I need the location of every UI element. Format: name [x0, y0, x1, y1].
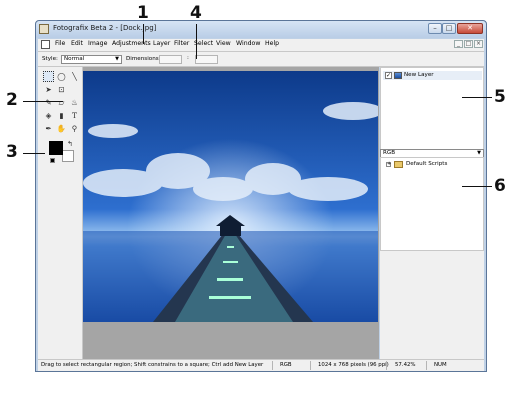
dimensions-label: Dimensions:: [126, 56, 161, 62]
options-bar: Style: Normal ▼ Dimensions: :: [38, 52, 484, 67]
layer-row[interactable]: ✓ New Layer: [383, 71, 482, 80]
foreground-color-swatch[interactable]: [49, 141, 63, 155]
close-button[interactable]: ✕: [457, 23, 483, 34]
menu-bar: File Edit Image Adjustments Layer Filter…: [38, 39, 484, 52]
callout-3-leader: [23, 153, 45, 154]
document-icon[interactable]: [41, 40, 50, 49]
eyedropper-icon[interactable]: ✒: [43, 123, 54, 134]
status-divider: [272, 361, 273, 370]
zoom-icon[interactable]: ⚲: [69, 123, 80, 134]
chevron-down-icon: ▼: [115, 56, 119, 62]
canvas-area[interactable]: [83, 67, 379, 359]
status-divider: [386, 361, 387, 370]
mode-select-value: RGB: [383, 150, 396, 156]
minimize-button[interactable]: –: [428, 23, 442, 34]
menu-window[interactable]: Window: [236, 40, 260, 47]
callout-2: 2: [6, 90, 18, 110]
callout-6: 6: [494, 176, 506, 196]
menu-adjustments[interactable]: Adjustments: [112, 40, 151, 47]
eraser-icon[interactable]: ▱: [56, 97, 67, 108]
menu-file[interactable]: File: [55, 40, 65, 47]
status-divider: [310, 361, 311, 370]
status-divider: [426, 361, 427, 370]
fill-icon[interactable]: ◈: [43, 110, 54, 121]
callout-5: 5: [494, 87, 506, 107]
style-label: Style:: [42, 56, 58, 62]
menu-edit[interactable]: Edit: [71, 40, 83, 47]
width-field[interactable]: [159, 55, 182, 64]
menu-view[interactable]: View: [216, 40, 231, 47]
menu-image[interactable]: Image: [88, 40, 107, 47]
callout-2-leader: [23, 101, 63, 102]
line-icon[interactable]: ╲: [69, 71, 80, 82]
menu-help[interactable]: Help: [265, 40, 279, 47]
background-color-swatch[interactable]: [62, 150, 74, 162]
callout-1-leader: [143, 24, 144, 44]
gradient-icon[interactable]: ▮: [56, 110, 67, 121]
status-numlock: NUM: [434, 362, 447, 368]
brush-icon[interactable]: ♨: [69, 97, 80, 108]
expand-icon[interactable]: +: [386, 162, 391, 167]
text-icon[interactable]: T: [69, 110, 80, 121]
status-hint: Drag to select rectangular region; Shift…: [41, 362, 264, 368]
style-select-value: Normal: [64, 56, 85, 62]
crop-icon[interactable]: ⊡: [56, 84, 67, 95]
menu-filter[interactable]: Filter: [174, 40, 189, 47]
scripts-panel: + Default Scripts: [380, 157, 484, 251]
status-dimensions: 1024 x 768 pixels (96 ppi): [318, 362, 389, 368]
height-field[interactable]: [195, 55, 218, 64]
swap-colors-icon[interactable]: ↰: [67, 140, 73, 148]
right-panel-empty: [380, 251, 484, 359]
folder-icon: [394, 161, 403, 168]
layer-visibility-checkbox[interactable]: ✓: [385, 72, 392, 79]
layer-thumbnail: [394, 72, 402, 79]
callout-4: 4: [190, 3, 202, 23]
callout-6-leader: [462, 186, 492, 187]
layer-name: New Layer: [404, 72, 434, 78]
move-icon[interactable]: ➤: [43, 84, 54, 95]
app-window: Fotografix Beta 2 - [Dock.jpg] – □ ✕ Fil…: [35, 20, 487, 372]
title-bar[interactable]: Fotografix Beta 2 - [Dock.jpg] – □ ✕: [36, 21, 486, 38]
maximize-button[interactable]: □: [442, 23, 456, 34]
status-mode: RGB: [280, 362, 292, 368]
style-select[interactable]: Normal ▼: [61, 55, 122, 64]
callout-3: 3: [6, 142, 18, 162]
dimensions-separator: :: [187, 55, 189, 61]
layers-panel: ✓ New Layer: [380, 67, 484, 151]
app-icon: [39, 24, 49, 34]
image-canvas[interactable]: [83, 71, 378, 322]
pencil-icon[interactable]: ✎: [43, 97, 54, 108]
ellipse-select-icon[interactable]: ◯: [56, 71, 67, 82]
callout-5-leader: [462, 97, 492, 98]
callout-4-leader: [196, 24, 197, 59]
tool-panel: ◯ ╲ ➤ ⊡ ✎ ▱ ♨ ◈ ▮ T ✒ ✋ ⚲ ↰: [38, 67, 83, 359]
mdi-restore-button[interactable]: □: [464, 40, 473, 48]
mdi-minimize-button[interactable]: _: [454, 40, 463, 48]
chevron-down-icon: ▼: [477, 150, 481, 156]
scripts-folder-name[interactable]: Default Scripts: [406, 161, 447, 167]
mdi-close-button[interactable]: ×: [474, 40, 483, 48]
rect-select-icon[interactable]: [43, 71, 54, 82]
reset-colors-icon[interactable]: [50, 158, 55, 163]
callout-1: 1: [137, 3, 149, 23]
window-title: Fotografix Beta 2 - [Dock.jpg]: [53, 24, 157, 32]
status-zoom: 57.42%: [395, 362, 416, 368]
menu-layer[interactable]: Layer: [153, 40, 170, 47]
hand-icon[interactable]: ✋: [56, 123, 67, 134]
status-bar: Drag to select rectangular region; Shift…: [38, 359, 484, 371]
